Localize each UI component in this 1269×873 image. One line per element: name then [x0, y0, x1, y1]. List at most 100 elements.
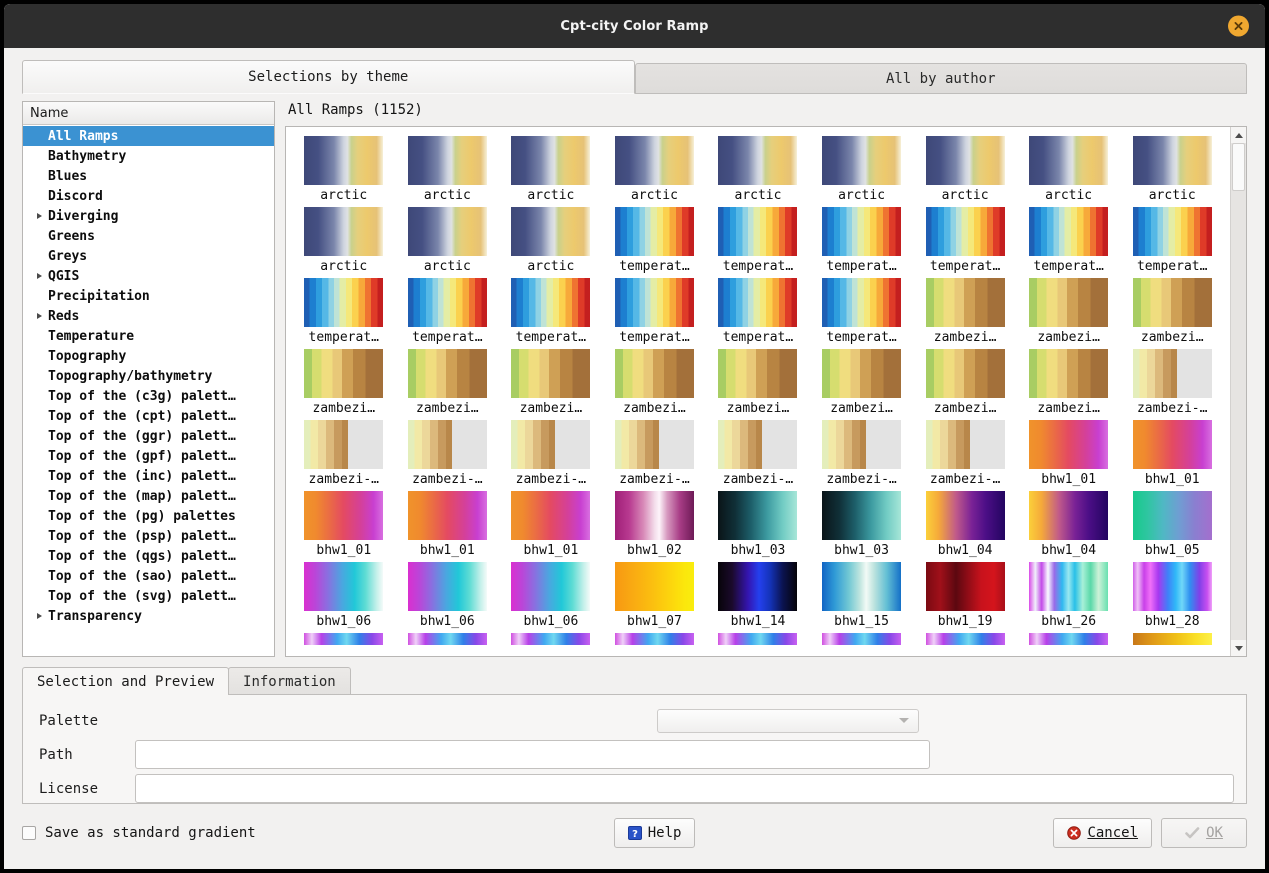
tree-item-top-of-the-psp-palett[interactable]: Top of the (psp) palett… — [23, 526, 274, 546]
ramp-cell[interactable]: bhw1_06 — [292, 558, 396, 629]
ramp-cell[interactable] — [913, 629, 1017, 645]
ramp-swatch[interactable] — [408, 633, 487, 645]
cancel-button[interactable]: Cancel — [1053, 818, 1152, 848]
checkbox-box[interactable] — [22, 826, 36, 840]
ramp-cell[interactable]: arctic — [292, 132, 396, 203]
ramp-swatch[interactable] — [304, 349, 383, 398]
tree-item-top-of-the-gpf-palett[interactable]: Top of the (gpf) palett… — [23, 446, 274, 466]
close-icon[interactable] — [1228, 16, 1249, 37]
ramp-cell[interactable] — [292, 629, 396, 645]
ramp-swatch[interactable] — [615, 491, 694, 540]
ramp-swatch[interactable] — [1133, 349, 1212, 398]
ramp-cell[interactable]: arctic — [396, 132, 500, 203]
tree-item-top-of-the-qgs-palett[interactable]: Top of the (qgs) palett… — [23, 546, 274, 566]
ramp-cell[interactable] — [1017, 629, 1121, 645]
ramp-swatch[interactable] — [304, 562, 383, 611]
ramp-swatch[interactable] — [1029, 207, 1108, 256]
license-input[interactable] — [135, 774, 1234, 803]
ramp-swatch[interactable] — [822, 278, 901, 327]
ramp-swatch[interactable] — [1029, 420, 1108, 469]
tree-item-top-of-the-svg-palett[interactable]: Top of the (svg) palett… — [23, 586, 274, 606]
ramp-swatch[interactable] — [511, 278, 590, 327]
ramp-swatch[interactable] — [1029, 491, 1108, 540]
ramp-cell[interactable]: zambezi-… — [1120, 345, 1224, 416]
ramp-swatch[interactable] — [822, 633, 901, 645]
tree-item-bathymetry[interactable]: Bathymetry — [23, 146, 274, 166]
ramp-cell[interactable]: arctic — [603, 132, 707, 203]
ramp-cell[interactable]: bhw1_26 — [1017, 558, 1121, 629]
ramp-cell[interactable]: bhw1_01 — [396, 487, 500, 558]
ramp-cell[interactable]: temperat… — [1120, 203, 1224, 274]
ramp-cell[interactable]: zambezi… — [499, 345, 603, 416]
ramp-cell[interactable] — [706, 629, 810, 645]
ramp-cell[interactable]: bhw1_06 — [499, 558, 603, 629]
ramp-cell[interactable]: temperat… — [292, 274, 396, 345]
ramp-swatch[interactable] — [511, 562, 590, 611]
help-button[interactable]: ? Help — [614, 818, 696, 848]
scrollbar-track[interactable] — [1231, 143, 1246, 640]
ramp-cell[interactable]: zambezi… — [913, 274, 1017, 345]
tab-selections-by-theme[interactable]: Selections by theme — [22, 60, 635, 94]
ramp-cell[interactable]: arctic — [396, 203, 500, 274]
ramp-swatch[interactable] — [1133, 136, 1212, 185]
scroll-down-icon[interactable] — [1231, 640, 1246, 656]
tree-item-precipitation[interactable]: Precipitation — [23, 286, 274, 306]
ramp-cell[interactable]: bhw1_07 — [603, 558, 707, 629]
ramp-cell[interactable]: temperat… — [1017, 203, 1121, 274]
ramp-cell[interactable]: arctic — [706, 132, 810, 203]
ramp-cell[interactable] — [1120, 629, 1224, 645]
tree-list[interactable]: All RampsBathymetryBluesDiscordDiverging… — [23, 125, 274, 656]
tab-selection-and-preview[interactable]: Selection and Preview — [22, 667, 229, 695]
ramp-swatch[interactable] — [408, 562, 487, 611]
tab-all-by-author[interactable]: All by author — [635, 63, 1248, 94]
ramp-cell[interactable]: temperat… — [706, 274, 810, 345]
ramp-cell[interactable]: temperat… — [603, 203, 707, 274]
ramp-cell[interactable]: arctic — [292, 203, 396, 274]
ramp-swatch[interactable] — [718, 278, 797, 327]
ramps-scrollbar[interactable] — [1230, 127, 1246, 656]
tree-item-reds[interactable]: Reds — [23, 306, 274, 326]
scrollbar-thumb[interactable] — [1232, 143, 1245, 191]
ramp-swatch[interactable] — [926, 420, 1005, 469]
ramp-cell[interactable]: arctic — [913, 132, 1017, 203]
ramp-swatch[interactable] — [304, 420, 383, 469]
ramp-swatch[interactable] — [511, 349, 590, 398]
ramp-cell[interactable]: bhw1_15 — [810, 558, 914, 629]
ramp-swatch[interactable] — [304, 633, 383, 645]
ramp-swatch[interactable] — [1029, 562, 1108, 611]
ramp-swatch[interactable] — [718, 562, 797, 611]
ramp-swatch[interactable] — [822, 420, 901, 469]
ramp-cell[interactable]: bhw1_05 — [1120, 487, 1224, 558]
ramp-swatch[interactable] — [615, 349, 694, 398]
ramps-scroll-area[interactable]: arcticarcticarcticarcticarcticarcticarct… — [286, 127, 1230, 656]
ramp-cell[interactable]: bhw1_04 — [1017, 487, 1121, 558]
tree-item-top-of-the-sao-palett[interactable]: Top of the (sao) palett… — [23, 566, 274, 586]
ramp-swatch[interactable] — [1133, 207, 1212, 256]
tree-item-diverging[interactable]: Diverging — [23, 206, 274, 226]
tree-item-top-of-the-inc-palett[interactable]: Top of the (inc) palett… — [23, 466, 274, 486]
ramp-swatch[interactable] — [511, 420, 590, 469]
ramp-swatch[interactable] — [1133, 420, 1212, 469]
ramp-cell[interactable]: bhw1_01 — [499, 487, 603, 558]
ramp-swatch[interactable] — [408, 491, 487, 540]
ramp-swatch[interactable] — [822, 207, 901, 256]
ramp-swatch[interactable] — [926, 136, 1005, 185]
ramp-swatch[interactable] — [304, 207, 383, 256]
tree-item-blues[interactable]: Blues — [23, 166, 274, 186]
palette-select[interactable] — [657, 709, 919, 733]
ramp-swatch[interactable] — [718, 136, 797, 185]
ramp-cell[interactable] — [810, 629, 914, 645]
ramp-cell[interactable]: arctic — [1120, 132, 1224, 203]
ramp-cell[interactable]: temperat… — [810, 274, 914, 345]
ramp-cell[interactable]: temperat… — [810, 203, 914, 274]
tree-item-transparency[interactable]: Transparency — [23, 606, 274, 626]
ramp-swatch[interactable] — [822, 349, 901, 398]
ramp-swatch[interactable] — [718, 349, 797, 398]
scroll-up-icon[interactable] — [1231, 127, 1246, 143]
ramp-swatch[interactable] — [1133, 491, 1212, 540]
ramp-swatch[interactable] — [511, 207, 590, 256]
ramp-cell[interactable]: zambezi… — [913, 345, 1017, 416]
ramp-swatch[interactable] — [304, 491, 383, 540]
ramp-cell[interactable]: zambezi-… — [706, 416, 810, 487]
ramp-swatch[interactable] — [304, 278, 383, 327]
